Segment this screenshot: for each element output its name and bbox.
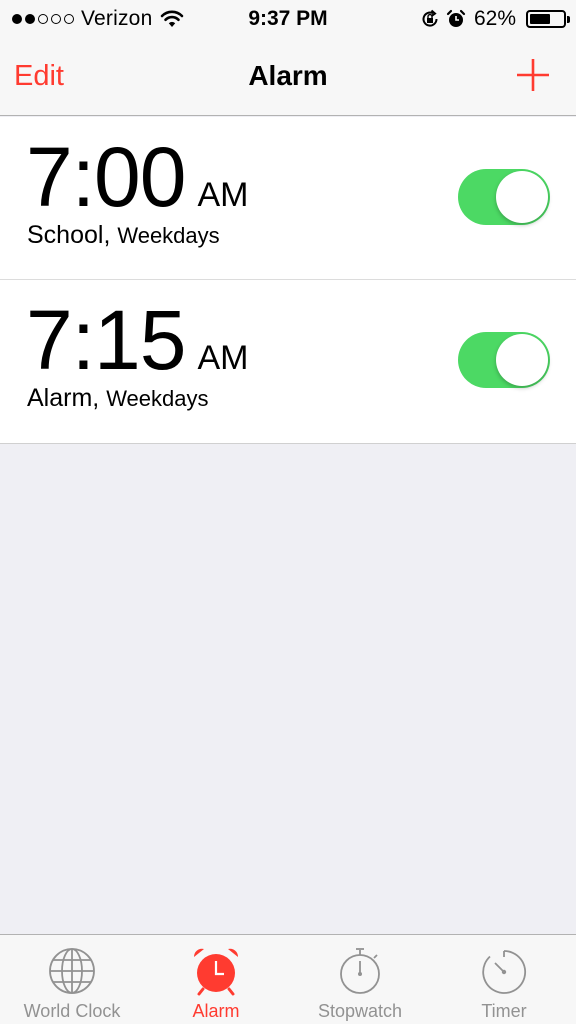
tab-stopwatch[interactable]: Stopwatch (288, 935, 432, 1024)
page-title: Alarm (248, 60, 328, 91)
alarm-am-pm: AM (197, 176, 249, 214)
alarm-description: School, Weekdays (27, 221, 220, 250)
alarm-am-pm: AM (197, 339, 249, 377)
alarm-time-group: 7:00 AM (26, 131, 249, 223)
toggle-knob (496, 334, 548, 386)
tab-timer[interactable]: Timer (432, 935, 576, 1024)
alarm-repeat: Weekdays (106, 386, 209, 411)
battery-fill (530, 14, 550, 24)
alarm-clock-icon (446, 9, 466, 27)
alarm-toggle[interactable] (458, 332, 550, 388)
rotation-lock-icon (422, 9, 438, 27)
status-bar-right: 62% (420, 6, 570, 32)
status-bar: Verizon 9:37 PM 62% (0, 0, 576, 38)
alarm-row[interactable]: 7:00 AM School, Weekdays (0, 117, 576, 280)
alarm-toggle[interactable] (458, 169, 550, 225)
alarm-label: School, (27, 221, 111, 249)
alarm-repeat: Weekdays (117, 223, 220, 248)
globe-icon (49, 948, 95, 994)
tab-label: Timer (481, 1001, 527, 1021)
toggle-knob (496, 171, 548, 223)
alarm-label: Alarm, (27, 384, 100, 412)
battery-cap (567, 16, 570, 23)
tab-label: Stopwatch (317, 1001, 403, 1021)
alarm-time-group: 7:15 AM (26, 294, 249, 386)
alarm-time: 7:15 (26, 293, 186, 387)
alarm-row[interactable]: 7:15 AM Alarm, Weekdays (0, 280, 576, 444)
plus-icon[interactable] (516, 58, 550, 92)
tab-label: World Clock (23, 1001, 121, 1021)
alarm-description: Alarm, Weekdays (27, 384, 209, 413)
stopwatch-icon (340, 948, 380, 994)
tab-world-clock[interactable]: World Clock (0, 935, 144, 1024)
alarm-list: 7:00 AM School, Weekdays 7:15 AM Alarm, … (0, 117, 576, 444)
tab-label: Alarm (192, 1001, 240, 1021)
battery-percent: 62% (473, 7, 516, 30)
alarm-time: 7:00 (26, 130, 186, 224)
alarm-clock-icon (193, 948, 239, 996)
battery-icon (526, 10, 570, 28)
navigation-bar: Edit Alarm (0, 38, 576, 116)
tab-alarm[interactable]: Alarm (144, 935, 288, 1024)
timer-icon (482, 950, 527, 994)
tab-bar: World Clock Alarm Stopwatch Timer (0, 934, 576, 1024)
